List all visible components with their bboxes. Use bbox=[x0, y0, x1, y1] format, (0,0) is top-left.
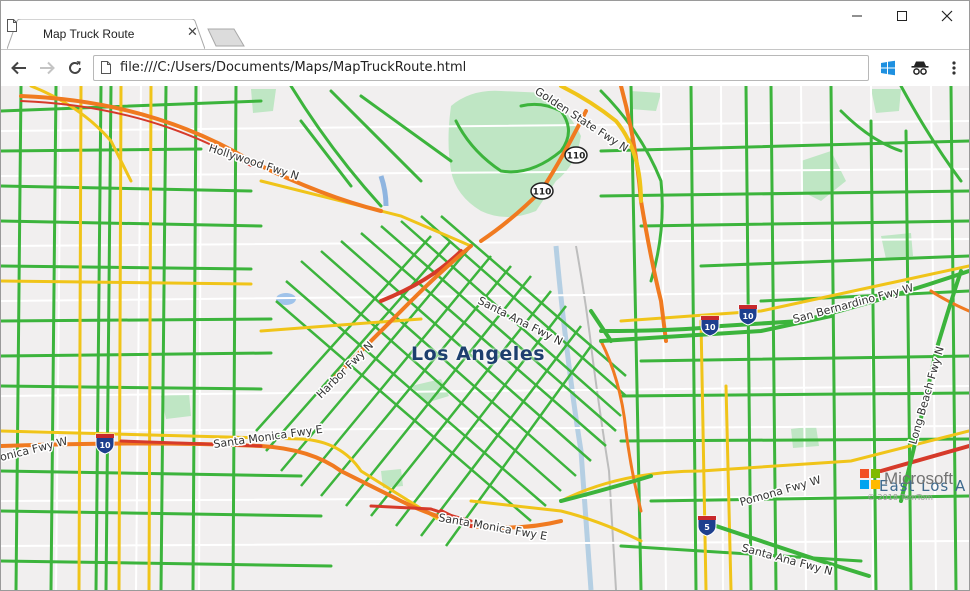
us110-shield: 110 bbox=[530, 182, 554, 200]
tab-title: Map Truck Route bbox=[43, 27, 135, 41]
traffic-map[interactable]: Golden State Fwy N Hollywood Fwy N Santa… bbox=[1, 86, 969, 590]
road-label-long-beach: Long Beach Fwy N bbox=[906, 345, 946, 446]
maximize-icon bbox=[897, 11, 907, 21]
browser-toolbar: file:///C:/Users/Documents/Maps/MapTruck… bbox=[1, 49, 969, 86]
road-label-hollywood: Hollywood Fwy N bbox=[207, 141, 301, 182]
svg-text:110: 110 bbox=[567, 152, 586, 162]
close-icon bbox=[941, 10, 953, 22]
windows-icon bbox=[881, 60, 895, 76]
url-text: file:///C:/Users/Documents/Maps/MapTruck… bbox=[120, 60, 467, 75]
microsoft-logo-icon bbox=[860, 469, 880, 489]
microsoft-brand-text: Microsoft bbox=[884, 469, 953, 488]
us110-shield: 110 bbox=[564, 146, 588, 164]
title-bar: Map Truck Route ✕ bbox=[1, 1, 969, 49]
svg-text:110: 110 bbox=[533, 188, 552, 198]
file-icon bbox=[101, 61, 111, 74]
map-copyright[interactable]: © 2018 TomTom bbox=[867, 493, 933, 502]
close-window-button[interactable] bbox=[925, 5, 969, 27]
windows-extension-button[interactable] bbox=[877, 58, 899, 78]
maximize-button[interactable] bbox=[880, 5, 924, 27]
forward-button[interactable] bbox=[35, 57, 59, 79]
svg-text:10: 10 bbox=[742, 312, 754, 321]
browser-tab[interactable]: Map Truck Route ✕ bbox=[7, 19, 205, 49]
spy-extension-button[interactable] bbox=[909, 58, 931, 78]
road-label-santa-monica-w: onica Fwy W bbox=[1, 435, 69, 464]
minimize-icon bbox=[852, 15, 862, 17]
interstate-5-shield: 5 bbox=[697, 515, 717, 537]
svg-text:10: 10 bbox=[99, 441, 111, 450]
interstate-10-shield: 10 bbox=[700, 315, 720, 337]
more-vert-icon bbox=[952, 61, 956, 75]
address-bar[interactable]: file:///C:/Users/Documents/Maps/MapTruck… bbox=[93, 55, 869, 81]
minimize-button[interactable] bbox=[835, 5, 879, 27]
city-label: Los Angeles bbox=[411, 343, 546, 365]
back-button[interactable] bbox=[7, 57, 31, 79]
road-label-san-bernardino: San Bernardino Fwy W bbox=[791, 281, 915, 326]
map-viewport[interactable]: Golden State Fwy N Hollywood Fwy N Santa… bbox=[1, 86, 969, 590]
svg-text:10: 10 bbox=[704, 323, 716, 332]
new-tab-button[interactable] bbox=[206, 27, 246, 47]
reload-icon bbox=[69, 61, 81, 74]
back-arrow-icon bbox=[11, 61, 26, 75]
forward-arrow-icon bbox=[40, 61, 55, 75]
browser-window: Map Truck Route ✕ file:///C:/Users/Docum… bbox=[0, 0, 970, 591]
page-icon bbox=[7, 19, 17, 32]
interstate-10-shield: 10 bbox=[95, 433, 115, 455]
menu-button[interactable] bbox=[943, 58, 965, 78]
road-label-santa-monica-e2: Santa Monica Fwy E bbox=[437, 511, 548, 543]
spy-icon bbox=[911, 61, 929, 75]
microsoft-logo: Microsoft bbox=[860, 469, 953, 489]
close-tab-icon[interactable]: ✕ bbox=[187, 25, 198, 40]
reload-button[interactable] bbox=[63, 57, 87, 79]
svg-text:5: 5 bbox=[704, 523, 710, 532]
interstate-10-shield: 10 bbox=[738, 304, 758, 326]
